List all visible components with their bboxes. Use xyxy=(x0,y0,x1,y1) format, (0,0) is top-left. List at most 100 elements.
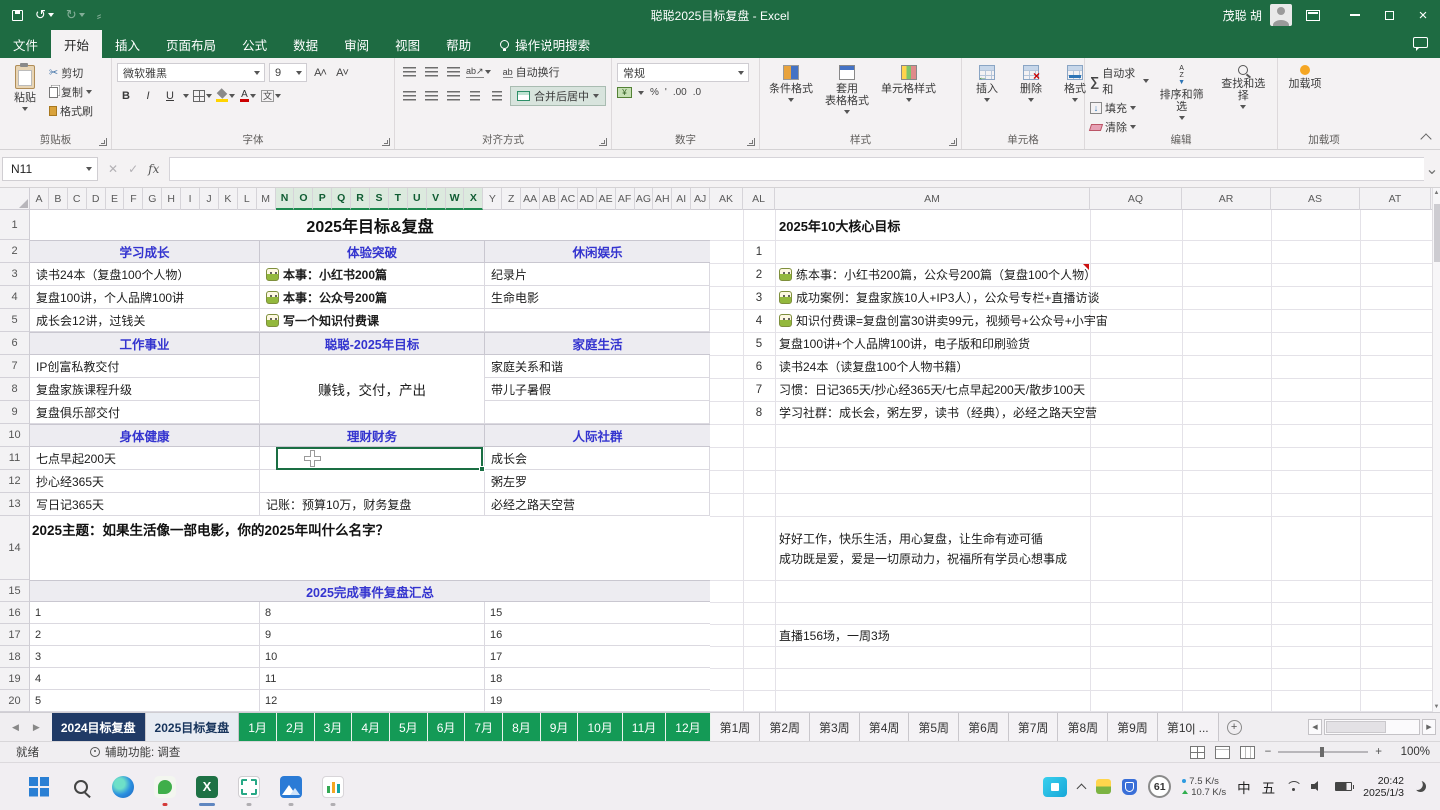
row-header[interactable]: 17 xyxy=(0,624,29,646)
undo-button[interactable]: ↺ xyxy=(35,7,54,23)
taskbar-search-button[interactable] xyxy=(68,774,94,800)
sheet-tab[interactable]: 第3周 xyxy=(810,713,860,741)
list-number[interactable]: 16 xyxy=(485,624,503,645)
section-header-cell[interactable]: 学习成长 xyxy=(30,241,260,262)
align-top-button[interactable] xyxy=(400,63,418,81)
scroll-down-icon[interactable]: ▼ xyxy=(1434,702,1440,712)
scrollbar-thumb[interactable] xyxy=(1434,204,1440,262)
goal-text-cell[interactable]: 学习社群：成长会，粥左罗，读书（经典），必经之路天空营 xyxy=(779,401,1097,424)
ribbon-tab[interactable]: 帮助 xyxy=(433,30,484,58)
increase-decimal-button[interactable]: .00 xyxy=(673,87,687,98)
empty-cell[interactable] xyxy=(503,668,710,689)
cancel-entry-icon[interactable]: ✕ xyxy=(108,162,118,176)
restore-button[interactable] xyxy=(1372,0,1406,30)
cell[interactable]: 必经之路天空营 xyxy=(485,493,710,516)
sheet-tab[interactable]: 4月 xyxy=(352,713,390,741)
increase-indent-button[interactable] xyxy=(488,87,506,105)
collapse-ribbon-icon[interactable] xyxy=(1420,133,1431,144)
cell[interactable]: 写日记365天 xyxy=(30,493,260,516)
row-header[interactable]: 3 xyxy=(0,263,29,286)
table-row[interactable]: 4 11 18 xyxy=(30,668,710,690)
sheet-tab[interactable]: 第7周 xyxy=(1009,713,1059,741)
confirm-entry-icon[interactable]: ✓ xyxy=(128,162,138,176)
row-header[interactable]: 9 xyxy=(0,401,29,424)
cell[interactable] xyxy=(485,401,710,424)
name-box[interactable]: N11 xyxy=(2,157,98,181)
column-header[interactable]: R xyxy=(351,188,370,210)
zoom-slider-thumb[interactable] xyxy=(1320,747,1324,757)
zoom-out-button[interactable]: − xyxy=(1265,746,1272,758)
column-header[interactable]: AK xyxy=(710,188,743,210)
list-number[interactable]: 18 xyxy=(485,668,503,689)
row-header[interactable]: 5 xyxy=(0,309,29,332)
italic-button[interactable]: I xyxy=(139,87,157,105)
cell[interactable]: 家庭关系和谐 xyxy=(485,355,710,378)
table-title[interactable]: 2025年目标&复盘 xyxy=(30,210,710,240)
list-number[interactable]: 3 xyxy=(30,646,48,667)
row-header[interactable]: 11 xyxy=(0,447,29,470)
row-header[interactable]: 7 xyxy=(0,355,29,378)
font-name-combo[interactable]: 微软雅黑 xyxy=(117,63,265,82)
row-index-cell[interactable]: 5 xyxy=(743,332,775,355)
comma-style-button[interactable]: ' xyxy=(665,87,667,98)
decrease-indent-button[interactable] xyxy=(466,87,484,105)
list-number[interactable]: 1 xyxy=(30,602,48,623)
row-header[interactable]: 4 xyxy=(0,286,29,309)
sort-filter-button[interactable]: AZ▼ 排序和筛选 xyxy=(1153,63,1211,122)
edge-browser-button[interactable] xyxy=(110,774,136,800)
cut-button[interactable]: ✂剪切 xyxy=(49,65,93,81)
section-header-cell[interactable]: 身体健康 xyxy=(30,425,260,446)
addins-button[interactable]: 加载项 xyxy=(1283,63,1327,92)
sheet-tab[interactable]: 2025目标复盘 xyxy=(146,713,240,741)
ribbon-tab[interactable]: 数据 xyxy=(280,30,331,58)
list-number[interactable]: 15 xyxy=(485,602,503,623)
paste-button[interactable]: 粘贴 xyxy=(5,63,45,113)
column-header[interactable]: AT xyxy=(1360,188,1431,210)
column-header[interactable]: O xyxy=(294,188,313,210)
column-header[interactable]: AE xyxy=(597,188,616,210)
row-header[interactable]: 16 xyxy=(0,602,29,624)
list-item[interactable]: 7 习惯：日记365天/抄心经365天/七点早起200天/散步100天 xyxy=(710,378,1432,401)
section-header-cell[interactable]: 休闲娱乐 xyxy=(485,241,710,262)
battery-icon[interactable] xyxy=(1335,782,1352,791)
cell[interactable]: 七点早起200天 xyxy=(30,447,260,470)
list-number[interactable]: 8 xyxy=(260,602,278,623)
column-header[interactable]: N xyxy=(276,188,295,210)
orientation-button[interactable]: ab↗ xyxy=(466,63,491,81)
column-header[interactable]: A xyxy=(30,188,49,210)
list-item[interactable]: 4 知识付费课=复盘创富30讲卖99元，视频号+公众号+小宇宙 xyxy=(710,309,1432,332)
column-header[interactable]: Y xyxy=(483,188,502,210)
ime-indicator[interactable]: 中 xyxy=(1237,777,1251,797)
merge-center-button[interactable]: 合并后居中 xyxy=(510,86,606,106)
row-header[interactable]: 12 xyxy=(0,470,29,493)
redo-button[interactable]: ↻ xyxy=(66,7,85,23)
page-break-view-button[interactable] xyxy=(1240,746,1255,759)
column-header[interactable]: AD xyxy=(578,188,597,210)
sheet-tab[interactable]: 第5周 xyxy=(909,713,959,741)
row-header[interactable]: 20 xyxy=(0,690,29,712)
dialog-launcher-icon[interactable] xyxy=(382,138,390,146)
empty-cell[interactable] xyxy=(48,624,260,645)
column-header[interactable]: AG xyxy=(635,188,654,210)
list-number[interactable]: 5 xyxy=(30,690,48,711)
fill-button[interactable]: ↓填充 xyxy=(1090,100,1149,116)
quote-cell[interactable]: 好好工作，快乐生活，用心复盘，让生命有迹可循 成功既是爱，爱是一切原动力，祝福所… xyxy=(779,516,1067,580)
fill-handle[interactable] xyxy=(479,466,485,472)
underline-button[interactable]: U xyxy=(161,87,179,105)
ribbon-tab[interactable]: 公式 xyxy=(229,30,280,58)
empty-cell[interactable] xyxy=(503,690,710,711)
column-header[interactable]: G xyxy=(143,188,162,210)
sheet-tab[interactable]: 3月 xyxy=(315,713,353,741)
dialog-launcher-icon[interactable] xyxy=(949,138,957,146)
row-index-cell[interactable]: 3 xyxy=(743,286,775,309)
empty-cell[interactable] xyxy=(278,624,485,645)
cell[interactable]: 读书24本（复盘100个人物） xyxy=(30,263,260,286)
goal-text-cell[interactable]: 习惯：日记365天/抄心经365天/七点早起200天/散步100天 xyxy=(779,378,1085,401)
empty-cell[interactable] xyxy=(48,646,260,667)
tab-scroll-right-icon[interactable]: ▶ xyxy=(33,722,40,733)
column-header[interactable]: W xyxy=(446,188,465,210)
font-color-button[interactable]: A xyxy=(239,87,257,105)
capture-app-button[interactable] xyxy=(236,774,262,800)
cell[interactable] xyxy=(260,470,485,493)
comment-icon[interactable] xyxy=(1413,37,1428,48)
